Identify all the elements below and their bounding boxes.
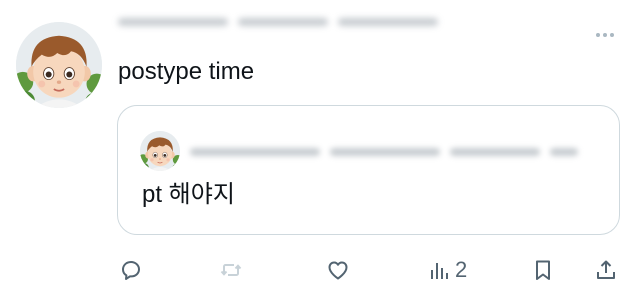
share-button[interactable] [594, 256, 618, 284]
more-dot-icon [596, 33, 600, 37]
quoted-author-header-obscured [190, 142, 582, 162]
like-button[interactable] [326, 256, 350, 284]
views-count: 2 [455, 257, 468, 282]
reply-icon [122, 261, 140, 280]
quoted-tweet-text: pt 해야지 [142, 181, 235, 208]
cartoon-boy-avatar-icon [16, 22, 102, 108]
bookmark-icon [536, 260, 550, 280]
retweet-button[interactable] [219, 256, 243, 284]
heart-icon [328, 261, 348, 280]
tweet-action-bar: 2 [0, 250, 638, 290]
more-options-button[interactable] [590, 25, 620, 45]
more-dot-icon [603, 33, 607, 37]
reply-button[interactable] [119, 256, 143, 284]
bookmark-button[interactable] [531, 256, 555, 284]
author-avatar[interactable] [16, 22, 102, 108]
views-chart-icon [431, 263, 448, 279]
retweet-icon [220, 264, 242, 276]
views-button[interactable]: 2 [428, 256, 467, 284]
tweet-text: postype time [118, 58, 255, 85]
more-dot-icon [610, 33, 614, 37]
share-icon [597, 260, 615, 279]
cartoon-boy-avatar-icon [140, 131, 180, 171]
quoted-author-avatar[interactable] [140, 131, 180, 171]
quoted-tweet-card[interactable]: pt 해야지 [117, 105, 620, 235]
author-header-obscured [118, 10, 448, 32]
